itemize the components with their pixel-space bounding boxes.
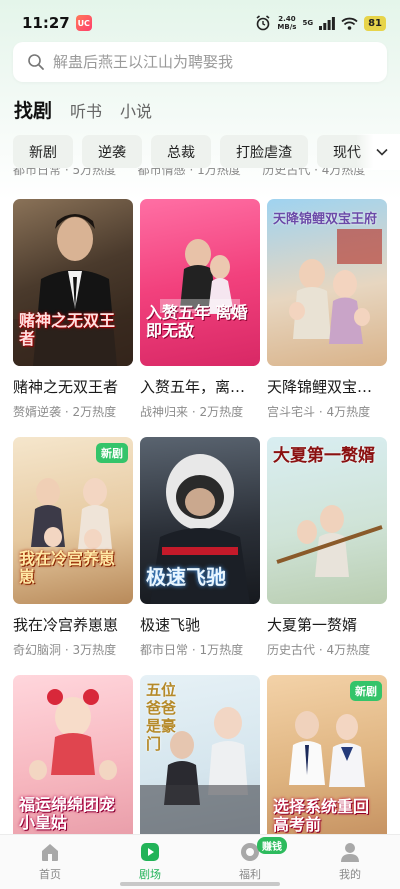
tab-audiobook[interactable]: 听书 <box>70 98 102 122</box>
nav-label: 剧场 <box>139 868 161 881</box>
nav-home[interactable]: 首页 <box>0 835 100 889</box>
poster-title: 福运绵绵团宠小皇姑 <box>19 795 116 832</box>
home-icon <box>42 844 58 861</box>
signal-icon <box>319 16 335 30</box>
drama-poster: 极速飞驰 <box>140 437 260 604</box>
card-meta: 都市日常 · 1万热度 <box>140 643 244 657</box>
card-title: 天降锦鲤双宝… <box>267 378 373 396</box>
poster-title: 赌神之无双王者 <box>19 311 116 348</box>
card-meta: 都市日常 · 5万热度 <box>13 168 117 177</box>
search-input[interactable] <box>53 42 387 82</box>
status-icons: 2.40 MB/s 5G 81 <box>255 15 386 31</box>
search-icon <box>28 54 44 70</box>
nav-profile[interactable]: 我的 <box>300 835 400 889</box>
drama-card[interactable]: 新剧 我在冷宫养崽崽 我在冷宫养崽崽 奇幻脑洞 · 3万热度 <box>13 437 133 675</box>
card-meta: 历史古代 · 4万热度 <box>267 643 371 657</box>
main-tabs: 找剧 听书 小说 <box>14 96 152 123</box>
card-meta: 历史古代 · 4万热度 <box>262 168 366 177</box>
card-meta: 赘婿逆袭 · 2万热度 <box>13 405 117 419</box>
chip-new[interactable]: 新剧 <box>13 135 73 168</box>
card-meta: 都市情感 · 1万热度 <box>137 168 241 177</box>
new-badge: 新剧 <box>96 443 128 463</box>
chip-comeback[interactable]: 逆袭 <box>82 135 142 168</box>
new-badge: 新剧 <box>350 681 382 701</box>
drama-card[interactable]: 极速飞驰 极速飞驰 都市日常 · 1万热度 <box>140 437 260 675</box>
person-icon <box>341 843 359 862</box>
drama-card[interactable]: 大夏第一赘婿 大夏第一赘婿 历史古代 · 4万热度 <box>267 437 387 675</box>
earn-badge: 赚钱 <box>257 837 287 854</box>
bottom-nav: 首页 剧场 赚钱 福利 我的 <box>0 834 400 889</box>
tab-novel[interactable]: 小说 <box>120 98 152 122</box>
drama-card[interactable]: 入赘五年 离婚即无敌 入赘五年，离婚后我无敌了 战神归来 · 2万热度 <box>140 199 260 437</box>
play-icon <box>141 843 159 861</box>
drama-grid: 赌神之无双王者 赌神之无双王者 赘婿逆袭 · 2万热度 入赘五年 离婚即无敌 入… <box>13 199 387 889</box>
network-speed: 2.40 MB/s <box>277 15 297 31</box>
chip-face-slap[interactable]: 打脸虐渣 <box>220 135 308 168</box>
poster-title: 大夏第一赘婿 <box>273 446 375 466</box>
card-meta: 宫斗宅斗 · 4万热度 <box>267 405 371 419</box>
alarm-icon <box>256 15 270 31</box>
card-title: 赌神之无双王者 <box>13 378 119 396</box>
chip-ceo[interactable]: 总裁 <box>151 135 211 168</box>
drama-poster: 福运绵绵团宠小皇姑 <box>13 675 133 842</box>
tab-find-drama[interactable]: 找剧 <box>14 96 52 123</box>
card-title: 极速飞驰 <box>140 616 201 634</box>
network-type: 5G <box>302 19 314 27</box>
drama-poster: 天降锦鲤双宝王府 <box>267 199 387 366</box>
card-title: 入赘五年，离婚后我无敌了 <box>140 378 260 396</box>
wifi-icon <box>341 17 358 30</box>
status-time: 11:27 <box>22 14 70 32</box>
card-meta: 战神归来 · 2万热度 <box>140 405 244 419</box>
chevron-down-icon <box>376 148 388 156</box>
home-indicator[interactable] <box>120 882 280 886</box>
drama-poster: 赌神之无双王者 <box>13 199 133 366</box>
drama-poster: 五位爸爸是豪门 <box>140 675 260 842</box>
nav-label: 我的 <box>339 868 361 881</box>
app-notification-icon: UC <box>75 15 92 31</box>
drama-poster: 入赘五年 离婚即无敌 <box>140 199 260 366</box>
drama-card[interactable]: 天降锦鲤双宝王府 天降锦鲤双宝… 宫斗宅斗 · 4万热度 <box>267 199 387 437</box>
nav-theater[interactable]: 剧场 <box>100 835 200 889</box>
nav-rewards[interactable]: 赚钱 福利 <box>200 835 300 889</box>
poster-title: 入赘五年 离婚即无敌 <box>146 303 248 340</box>
nav-label: 福利 <box>239 868 261 881</box>
search-bar[interactable] <box>13 42 387 82</box>
poster-title: 选择系统重回高考前 <box>273 797 370 834</box>
drama-poster: 大夏第一赘婿 <box>267 437 387 604</box>
drama-poster: 新剧 选择系统重回高考前 <box>267 675 387 842</box>
poster-title: 我在冷宫养崽崽 <box>19 549 116 586</box>
nav-label: 首页 <box>39 868 61 881</box>
poster-title: 五位爸爸是豪门 <box>146 681 177 753</box>
scrolled-row-remnant: 都市日常 · 5万热度 都市情感 · 1万热度 历史古代 · 4万热度 <box>13 168 387 182</box>
chips-expand-button[interactable] <box>356 134 400 170</box>
category-chips: 新剧 逆袭 总裁 打脸虐渣 现代 <box>13 135 400 169</box>
poster-title: 天降锦鲤双宝王府 <box>273 212 378 227</box>
drama-card[interactable]: 赌神之无双王者 赌神之无双王者 赘婿逆袭 · 2万热度 <box>13 199 133 437</box>
card-title: 我在冷宫养崽崽 <box>13 616 119 634</box>
battery-indicator: 81 <box>364 15 386 31</box>
card-meta: 奇幻脑洞 · 3万热度 <box>13 643 117 657</box>
poster-title: 极速飞驰 <box>146 565 226 589</box>
status-bar: 11:27 UC 2.40 MB/s 5G 81 <box>0 0 400 46</box>
card-title: 大夏第一赘婿 <box>267 616 358 634</box>
drama-poster: 新剧 我在冷宫养崽崽 <box>13 437 133 604</box>
